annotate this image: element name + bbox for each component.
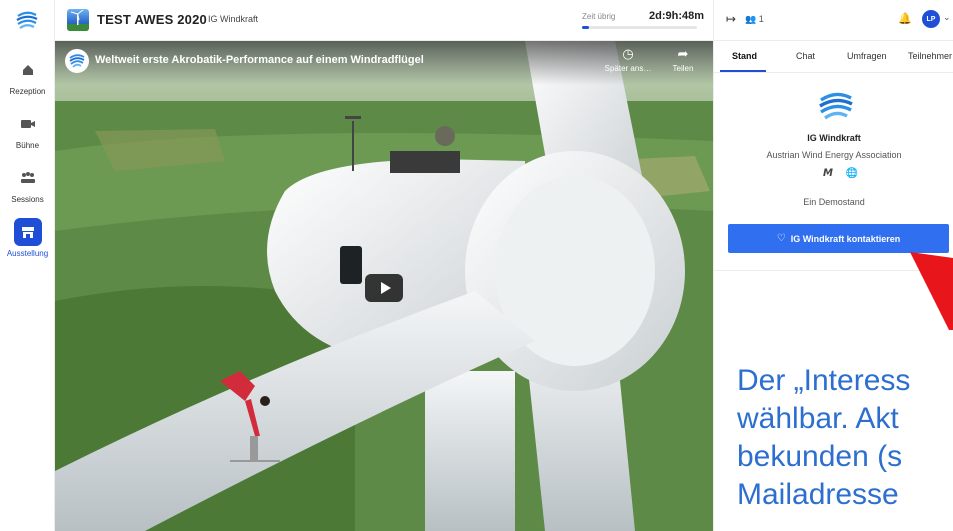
overlay-line: bekunden (s [737,440,903,473]
timer-progress-bar [582,26,697,29]
sidebar-item-label: Sessions [11,195,44,204]
attendee-count-value: 1 [758,14,764,24]
stand-note: Ein Demostand [803,197,865,207]
sidebar-item-buehne[interactable]: Bühne [0,110,55,150]
tab-chat[interactable]: Chat [796,51,815,61]
watch-later-button[interactable]: ◷ Später ans… [598,46,658,74]
red-arrow-annotation [910,252,953,330]
tab-teilnehmer[interactable]: Teilnehmer [908,51,952,61]
video-title[interactable]: Weltweit erste Akrobatik-Performance auf… [95,54,424,66]
overlay-line: wählbar. Akt [737,402,899,435]
panel-tabs: Stand Chat Umfragen Teilnehmer [714,41,953,73]
play-button[interactable] [365,274,403,302]
share-arrow-icon: ➦ [677,46,689,61]
bell-icon[interactable]: 🔔 [898,12,912,25]
share-label: Teilen [672,64,694,73]
event-thumbnail [67,9,89,31]
event-subtitle: IG Windkraft [208,14,259,24]
active-tab-indicator [720,70,766,72]
sidebar-item-rezeption[interactable]: Rezeption [0,56,55,96]
stand-description: Austrian Wind Energy Association [766,150,902,160]
tab-stand[interactable]: Stand [732,51,757,61]
timer-label: Zeit übrig [582,12,616,21]
avatar[interactable]: LP [922,10,940,28]
camera-icon [14,110,42,138]
channel-logo-icon[interactable] [65,49,89,73]
contact-button-label: IG Windkraft kontaktieren [790,233,901,244]
booth-icon [13,218,42,246]
sidebar-item-label: Ausstellung [6,249,49,258]
video-player[interactable]: Weltweit erste Akrobatik-Performance auf… [55,41,713,531]
sidebar-item-sessions[interactable]: Sessions [0,164,55,204]
sidebar-item-label: Rezeption [9,87,46,96]
left-sidebar: Rezeption Bühne Sessions Ausstellung [0,0,55,531]
exit-icon[interactable]: ↦ [726,12,736,26]
timer-value: 2d:9h:48m [649,10,705,22]
top-header: TEST AWES 2020 IG Windkraft Zeit übrig 2… [55,0,713,41]
panel-toolbar: ↦ 👥 1 🔔 LP ⌄ [714,0,953,41]
sidebar-item-ausstellung[interactable]: Ausstellung [0,218,55,258]
share-button[interactable]: ➦ Teilen [653,46,713,74]
sidebar-item-label: Bühne [15,141,40,150]
people-icon: 👥 [745,14,757,24]
stand-name: IG Windkraft [807,133,861,143]
globe-icon[interactable]: 🌐 [846,168,858,179]
tab-umfragen[interactable]: Umfragen [847,51,887,61]
twitter-icon[interactable]: 𝙈 [823,168,833,179]
chevron-down-icon[interactable]: ⌄ [943,12,951,23]
social-links: 𝙈 🌐 [818,168,863,179]
event-title: TEST AWES 2020 [97,12,207,27]
home-icon [14,56,42,84]
overlay-line: Mailadresse [737,478,899,511]
brand-logo-icon[interactable] [14,7,40,33]
stand-logo-icon [819,92,853,120]
contact-button[interactable]: ♡ IG Windkraft kontaktieren [728,224,949,253]
group-icon [14,164,42,192]
attendee-count: 👥 1 [745,14,764,25]
heart-icon: ♡ [776,233,786,244]
timer-progress-fill [582,26,589,29]
overlay-caption: Der „Interess wählbar. Akt bekunden (s M… [737,362,910,514]
clock-icon: ◷ [622,46,634,61]
overlay-line: Der „Interess [737,364,911,397]
app-root: Rezeption Bühne Sessions Ausstellung TES… [0,0,953,531]
watch-later-label: Später ans… [604,64,652,73]
